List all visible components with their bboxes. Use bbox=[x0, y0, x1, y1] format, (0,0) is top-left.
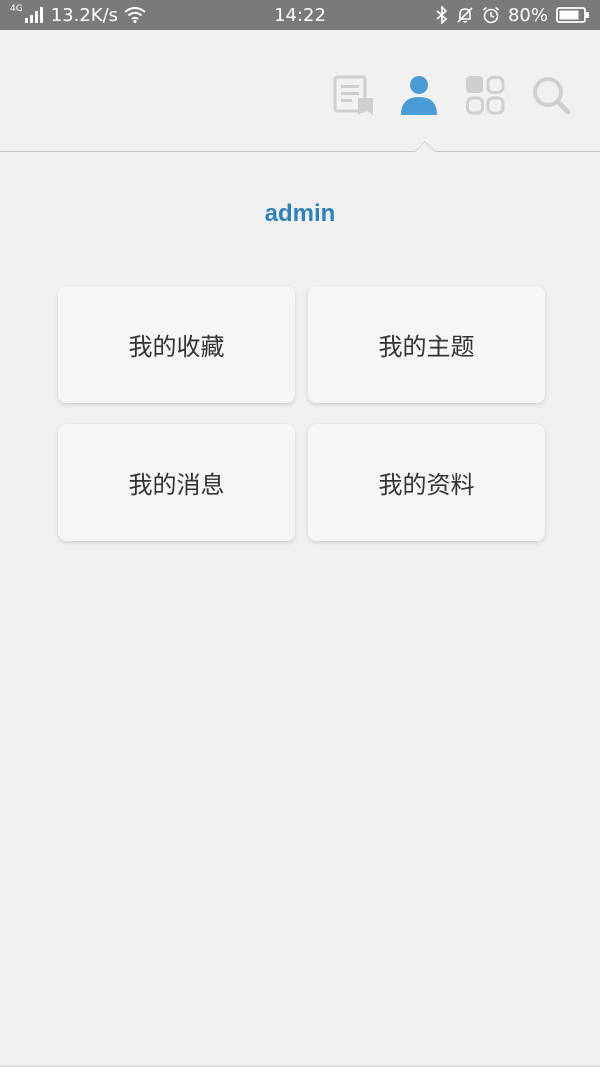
my-favorites-button[interactable]: 我的收藏 bbox=[58, 286, 295, 403]
profile-menu-grid: 我的收藏 我的主题 我的消息 我的资料 bbox=[58, 286, 545, 541]
apps-grid-icon[interactable] bbox=[464, 74, 506, 116]
bluetooth-icon bbox=[436, 6, 448, 24]
signal-icon bbox=[24, 7, 45, 23]
user-profile-icon[interactable] bbox=[398, 74, 440, 116]
search-icon[interactable] bbox=[530, 74, 572, 116]
status-bar: 4G 13.2K/s 14:22 80% bbox=[0, 0, 600, 30]
active-tab-indicator bbox=[414, 141, 436, 152]
mute-bell-icon bbox=[456, 6, 474, 24]
articles-bookmark-icon[interactable] bbox=[332, 74, 374, 116]
username: admin bbox=[264, 200, 336, 227]
battery-icon bbox=[556, 7, 590, 23]
top-nav-bar bbox=[0, 30, 600, 152]
status-time: 14:22 bbox=[274, 4, 326, 26]
battery-percent: 80% bbox=[507, 4, 548, 26]
alarm-icon bbox=[482, 6, 500, 24]
my-messages-button[interactable]: 我的消息 bbox=[58, 424, 295, 541]
my-profile-info-button[interactable]: 我的资料 bbox=[308, 424, 545, 541]
network-speed: 13.2K/s bbox=[50, 4, 119, 26]
network-type-label: 4G bbox=[10, 3, 23, 14]
wifi-icon bbox=[124, 7, 146, 23]
my-topics-button[interactable]: 我的主题 bbox=[308, 286, 545, 403]
